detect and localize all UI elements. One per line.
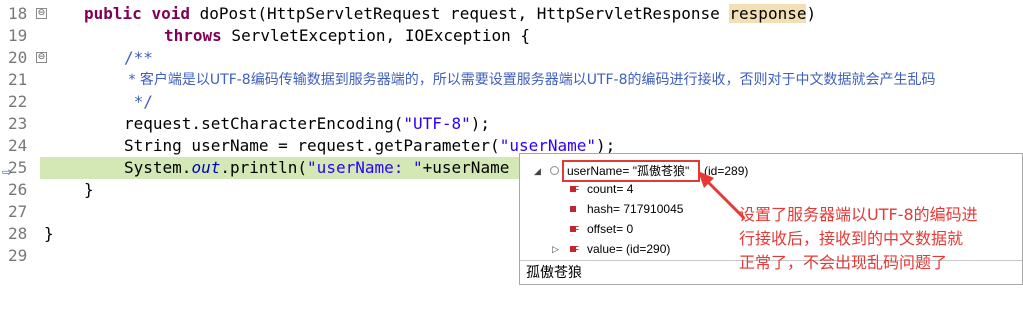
code-line-23[interactable]: 23 request.setCharacterEncoding("UTF-8")…: [0, 113, 1023, 135]
line-number: 29: [8, 246, 28, 265]
annotation-line: 行接收后，接收到的中文数据就: [739, 229, 964, 248]
fold-collapse-icon[interactable]: ⊖: [36, 8, 47, 19]
local-variable-icon: [550, 166, 559, 175]
code-text: }: [84, 180, 94, 199]
keyword: public: [84, 4, 142, 23]
code-text: +userName: [422, 158, 510, 177]
line-number: 22: [8, 92, 28, 111]
line-number: 25: [8, 158, 28, 177]
line-number: 19: [8, 26, 28, 45]
code-text: .println(: [220, 158, 308, 177]
final-marker-icon: F: [574, 225, 579, 234]
annotation-line: 正常了，不会出现乱码问题了: [739, 253, 948, 272]
code-text: }: [44, 224, 54, 243]
comment: * 客户端是以UTF-8编码传输数据到服务器端的，所以需要设置服务器端以UTF-…: [124, 72, 936, 88]
final-marker-icon: F: [574, 185, 579, 194]
code-text: request.setCharacterEncoding(: [124, 114, 404, 133]
final-marker-icon: F: [574, 245, 579, 254]
highlighted-occurrence: response: [729, 4, 807, 23]
code-line-22[interactable]: 22 */: [0, 91, 1023, 113]
expand-triangle-icon[interactable]: ▷: [552, 239, 559, 259]
keyword: throws: [164, 26, 222, 45]
line-number: 28: [8, 224, 28, 243]
code-text: System.: [124, 158, 192, 177]
annotation-text: 设置了服务器端以UTF-8的编码进 行接收后，接收到的中文数据就 正常了，不会出…: [739, 203, 1023, 275]
field-icon: [570, 206, 576, 212]
comment: */: [124, 92, 153, 111]
line-number: 18: [8, 4, 28, 23]
line-number: 26: [8, 180, 28, 199]
object-id: (id=289): [704, 164, 749, 178]
string-literal: "userName: ": [307, 158, 423, 177]
static-field: out: [191, 158, 221, 177]
code-text: doPost(HttpServletRequest request, HttpS…: [189, 4, 730, 23]
expand-triangle-icon[interactable]: ◢: [534, 161, 541, 181]
annotation-line: 设置了服务器端以UTF-8的编码进: [739, 205, 978, 224]
tree-row-count[interactable]: F count= 4: [520, 179, 1020, 199]
line-number: 21: [8, 70, 28, 89]
field-label: hash= 717910045: [587, 202, 684, 216]
code-text: String userName = request.getParameter(: [124, 136, 500, 155]
line-number: 24: [8, 136, 28, 155]
code-text: ): [806, 4, 817, 23]
code-line-19[interactable]: 19 throws ServletException, IOException …: [0, 25, 1023, 47]
code-line-20[interactable]: 20 ⊖ /**: [0, 47, 1023, 69]
comment: /**: [124, 48, 153, 67]
keyword: void: [151, 4, 190, 23]
field-label: count= 4: [587, 182, 634, 196]
code-line-21[interactable]: 21 * 客户端是以UTF-8编码传输数据到服务器端的，所以需要设置服务器端以U…: [0, 69, 1023, 91]
string-literal: "UTF-8": [403, 114, 471, 133]
field-label: value= (id=290): [587, 242, 671, 256]
line-number: 23: [8, 114, 28, 133]
code-text: );: [470, 114, 491, 133]
fold-collapse-icon[interactable]: ⊖: [36, 52, 47, 63]
line-number: 20: [8, 48, 28, 67]
code-text: ServletException, IOException {: [221, 26, 531, 45]
code-line-18[interactable]: 18 ⊖ public void doPost(HttpServletReque…: [0, 3, 1023, 25]
line-number: 27: [8, 202, 28, 221]
field-label: offset= 0: [587, 222, 634, 236]
